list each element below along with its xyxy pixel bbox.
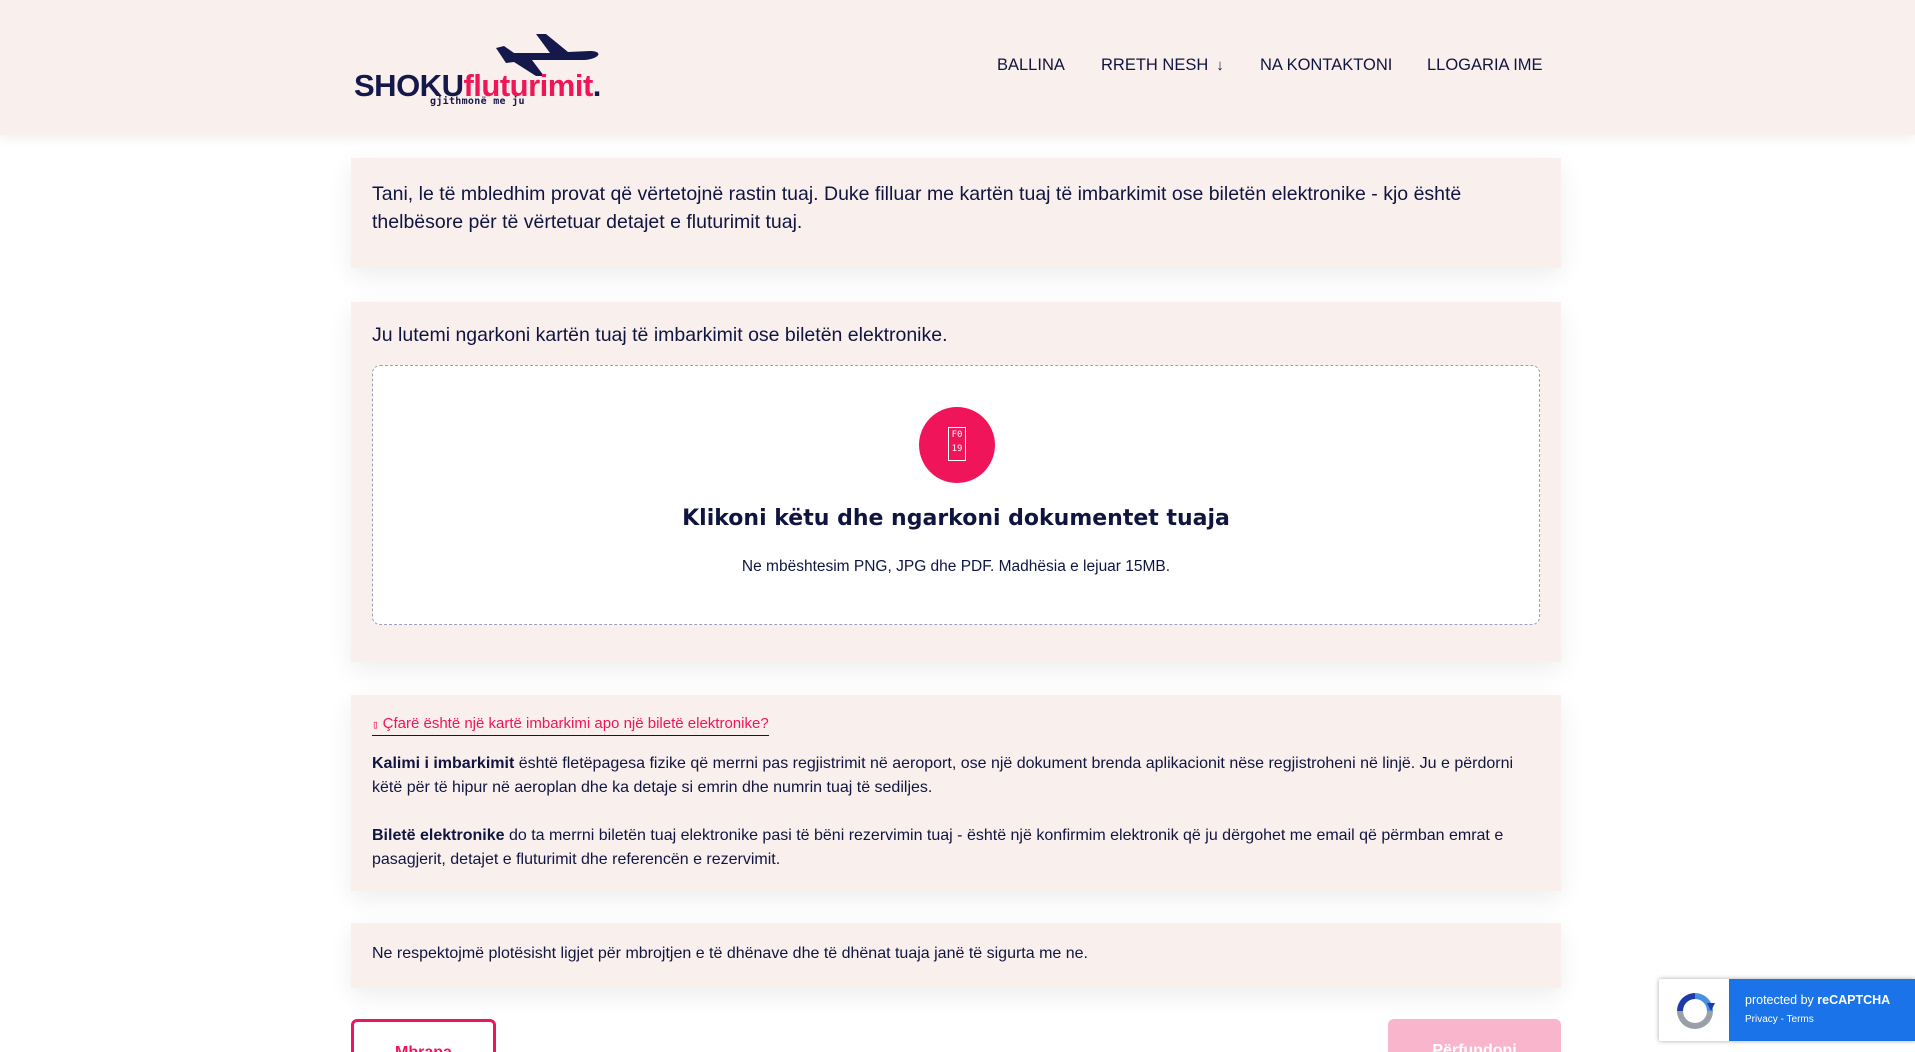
intro-text: Tani, le të mbledhim provat që vërtetojn…: [372, 183, 1462, 233]
recaptcha-privacy-link[interactable]: Privacy: [1745, 1014, 1778, 1025]
main-nav: BALLINA RRETH NESH ↓ NA KONTAKTONI LLOGAR…: [0, 56, 1915, 80]
recaptcha-badge[interactable]: protected by reCAPTCHA Privacy - Terms: [1659, 979, 1915, 1041]
finish-button[interactable]: Përfundoni: [1388, 1019, 1561, 1052]
boarding-pass-description: është fletëpagesa fizike që merrni pas r…: [372, 755, 1514, 796]
glyph-row-1: F0: [951, 430, 963, 440]
nav-item-label: RRETH NESH: [1101, 56, 1209, 74]
nav-item-about[interactable]: RRETH NESH ↓: [1101, 56, 1224, 75]
glyph-row-2: 19: [951, 444, 963, 454]
upload-icon: F0 19: [919, 407, 995, 483]
recaptcha-separator: -: [1777, 1014, 1787, 1025]
recaptcha-links: Privacy - Terms: [1745, 1014, 1814, 1025]
info-link-icon: ▯: [372, 718, 379, 731]
eticket-paragraph: Biletë elektronike do ta merrni biletën …: [372, 824, 1542, 872]
recaptcha-brand: reCAPTCHA: [1817, 993, 1891, 1007]
intro-card: Tani, le të mbledhim provat që vërtetojn…: [351, 158, 1561, 268]
nav-item-label: NA KONTAKTONI: [1260, 56, 1393, 74]
boarding-pass-term: Kalimi i imbarkimit: [372, 755, 515, 772]
recaptcha-icon: [1677, 993, 1715, 1029]
info-card: ▯ Çfarë është një kartë imbarkimi apo një…: [351, 695, 1561, 891]
nav-item-label: BALLINA: [997, 56, 1065, 74]
missing-glyph-icon: F0 19: [948, 427, 966, 461]
info-link-text: Çfarë është një kartë imbarkimi apo një …: [382, 715, 769, 732]
nav-item-home[interactable]: BALLINA: [997, 56, 1065, 75]
recaptcha-panel: protected by reCAPTCHA Privacy - Terms: [1729, 979, 1915, 1041]
boarding-pass-paragraph: Kalimi i imbarkimit është fletëpagesa fi…: [372, 752, 1542, 800]
nav-item-contact[interactable]: NA KONTAKTONI: [1260, 56, 1392, 75]
upload-title: Ju lutemi ngarkoni kartën tuaj të imbark…: [372, 324, 948, 346]
eticket-description: do ta merrni biletën tuaj elektronike pa…: [372, 827, 1504, 868]
recaptcha-terms-link[interactable]: Terms: [1787, 1014, 1814, 1025]
upload-dropzone[interactable]: F0 19 Klikoni këtu dhe ngarkoni dokumente…: [372, 365, 1540, 625]
back-button[interactable]: Mbrapa: [351, 1019, 496, 1052]
site-header: SHOKUfluturimit. gjithmonë me ju BALLINA…: [0, 0, 1915, 135]
nav-item-label: LLOGARIA IME: [1427, 56, 1543, 74]
arrow-down-icon: ↓: [1216, 57, 1224, 74]
dropzone-subtext: Ne mbështesim PNG, JPG dhe PDF. Madhësia…: [741, 558, 1171, 575]
privacy-notice: Ne respektojmë plotësisht ligjet për mbr…: [372, 945, 1088, 962]
privacy-card: Ne respektojmë plotësisht ligjet për mbr…: [351, 923, 1561, 988]
nav-item-account[interactable]: LLOGARIA IME: [1427, 56, 1543, 75]
brand-tagline: gjithmonë me ju: [430, 96, 525, 107]
recaptcha-protected-text: protected by reCAPTCHA: [1745, 993, 1890, 1007]
dropzone-heading: Klikoni këtu dhe ngarkoni dokumentet tua…: [682, 506, 1230, 531]
info-link[interactable]: ▯ Çfarë është një kartë imbarkimi apo një…: [372, 715, 769, 736]
recaptcha-protected-by: protected by: [1745, 993, 1814, 1007]
eticket-term: Biletë elektronike: [372, 827, 505, 844]
upload-card: Ju lutemi ngarkoni kartën tuaj të imbark…: [351, 302, 1561, 662]
